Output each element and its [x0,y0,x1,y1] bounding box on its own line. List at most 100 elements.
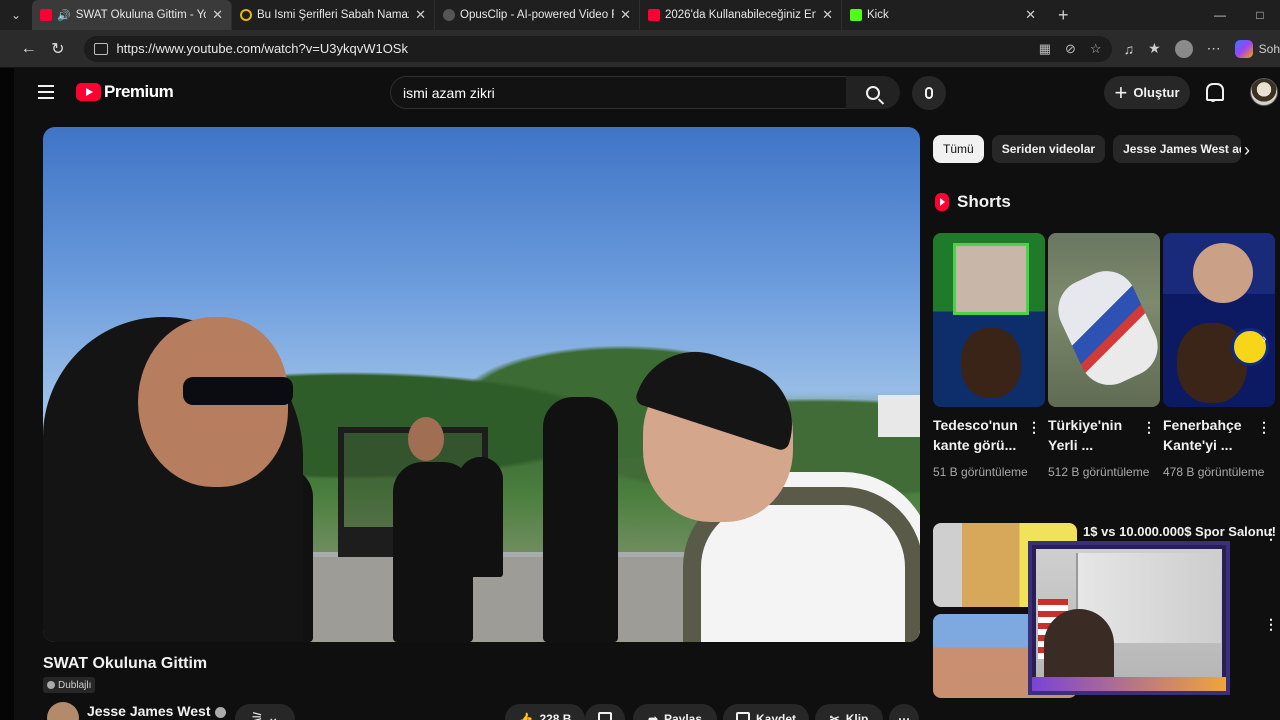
browser-tab-youtube[interactable]: 🔊 SWAT Okuluna Gittim - YouTube ✕ [32,0,232,30]
dubbed-badge: Dublajlı [43,677,96,693]
back-arrow-icon[interactable]: ← [14,40,43,58]
dislike-thumb-icon [598,712,612,720]
url-field[interactable]: https://www.youtube.com/watch?v=U3ykqvW1… [84,35,1112,62]
more-options-icon[interactable]: ⋯ [1207,40,1221,57]
browser-tab-2026[interactable]: 2026'da Kullanabileceğiniz En İyi Ü ✕ [640,0,842,30]
recommended-more-vertical-icon[interactable]: ⋮ [1264,526,1278,543]
video-scene-rv [878,395,920,437]
share-button[interactable]: ➦ Paylaş [633,704,717,720]
maximize-icon[interactable]: □ [1240,8,1280,22]
chip-series-videos[interactable]: Seriden videolar [991,135,1106,163]
youtube-play-logo-icon [76,83,101,101]
short-views: 51 B görüntüleme [933,465,1028,479]
webcam-frame-bar [1032,677,1226,691]
voice-search-button[interactable] [912,76,946,110]
more-dots-icon: ⋯ [898,712,910,720]
browser-tab-opusclip[interactable]: OpusClip - AI-powered Video Rep ✕ [435,0,640,30]
copilot-icon [1234,39,1253,58]
short-title[interactable]: Türkiye'nin Yerli ... [1048,415,1140,455]
youtube-favicon-icon [40,9,52,21]
close-tab-icon[interactable]: ✕ [212,7,223,23]
minimize-icon[interactable]: — [1200,8,1240,22]
channel-action-row: Jesse James West ⚞ ⌄ 👍 228 B ➦ Paylaş Ka… [43,700,920,720]
recommended-more-vertical-icon[interactable]: ⋮ [1264,616,1278,633]
short-item[interactable]: Türkiye'nin Yerli ... 512 B görüntüleme … [1048,233,1160,481]
chips-next-chevron-icon[interactable]: › [1244,140,1250,161]
recommended-video-title[interactable]: 1$ vs 10.000.000$ Spor Salonu! [1083,524,1276,539]
media-control-icon[interactable]: ♫ [1124,41,1135,57]
copilot-button[interactable]: Soh [1234,39,1280,58]
channel-avatar[interactable] [47,702,79,720]
short-item[interactable]: Fenerbahçe Kante'yi ... 478 B görüntülem… [1163,233,1275,481]
chip-all[interactable]: Tümü [933,135,984,163]
favorite-star-icon[interactable]: ☆ [1090,41,1102,57]
new-tab-plus-icon[interactable]: + [1058,5,1069,26]
close-tab-icon[interactable]: ✕ [415,7,426,23]
search-button[interactable] [846,76,900,109]
short-more-vertical-icon[interactable]: ⋮ [1027,419,1041,436]
shorts-header-label: Shorts [957,192,1011,211]
kick-favicon-icon [850,9,862,21]
tracking-prevention-icon[interactable]: ⊘ [1065,41,1076,57]
chip-channel[interactable]: Jesse James West ad [1113,135,1242,163]
menu-hamburger-icon[interactable] [38,85,54,99]
share-label: Paylaş [664,712,703,720]
video-scene-sunglasses [183,377,293,405]
subscription-bell-button[interactable]: ⚞ ⌄ [235,704,295,720]
short-views: 478 B görüntüleme [1163,465,1265,479]
short-thumbnail[interactable] [1163,233,1275,407]
browser-tab-kick[interactable]: Kick ✕ [842,0,1044,30]
site-info-icon[interactable] [94,42,109,55]
clip-label: Klip [845,712,869,720]
youtube-premium-logo[interactable]: Premium [76,82,174,102]
youtube-favicon-icon [648,9,660,21]
browser-tab-isim[interactable]: Bu İsmi Şerifleri Sabah Namazından ✕ [232,0,435,30]
dislike-button[interactable] [585,704,625,720]
short-title[interactable]: Fenerbahçe Kante'yi ... [1163,415,1255,455]
url-bar-icons: ▦ ⊘ ☆ [1039,41,1102,57]
browser-profile-avatar[interactable] [1174,39,1193,58]
close-tab-icon[interactable]: ✕ [822,7,833,23]
channel-name[interactable]: Jesse James West [87,703,226,719]
url-text: https://www.youtube.com/watch?v=U3ykqvW1… [116,41,408,56]
microphone-icon [925,87,933,99]
short-title[interactable]: Tedesco'nun kante görü... [933,415,1025,455]
close-tab-icon[interactable]: ✕ [620,7,631,23]
filter-chips: Tümü Seriden videolar Jesse James West a… [933,135,1242,163]
tab-title: OpusClip - AI-powered Video Rep [460,9,614,21]
more-actions-button[interactable]: ⋯ [889,704,919,720]
create-button[interactable]: + Oluştur [1104,76,1190,109]
app-grid-icon[interactable]: ▦ [1039,41,1051,57]
reload-icon[interactable]: ↻ [43,39,72,59]
tab-title: SWAT Okuluna Gittim - YouTube [75,9,206,21]
shorts-next-chevron-icon[interactable]: › [1262,330,1267,346]
save-button[interactable]: Kaydet [723,704,809,720]
search-input[interactable]: ismi azam zikri ✕ [390,76,870,109]
search-icon [866,85,880,100]
video-scene-person-head [408,417,444,461]
short-more-vertical-icon[interactable]: ⋮ [1257,419,1271,436]
short-more-vertical-icon[interactable]: ⋮ [1142,419,1156,436]
channel-name-text: Jesse James West [87,703,211,719]
short-thumbnail[interactable] [1048,233,1160,407]
copilot-label: Soh [1258,41,1280,56]
browser-address-bar: ← ↻ https://www.youtube.com/watch?v=U3yk… [0,30,1280,68]
video-title: SWAT Okuluna Gittim [43,655,208,672]
account-avatar[interactable] [1250,78,1278,106]
save-label: Kaydet [755,712,796,720]
browser-toolbar: ♫ ★ ⋯ Soh [1124,39,1280,58]
audio-playing-icon[interactable]: 🔊 [57,9,71,22]
tab-title: 2026'da Kullanabileceğiniz En İyi Ü [665,9,816,21]
c-favicon-icon [240,9,252,21]
tab-list-chevron-icon[interactable]: ⌄ [0,0,32,30]
short-thumbnail[interactable] [933,233,1045,407]
clip-button[interactable]: ✂ Klip [815,704,883,720]
favorites-icon[interactable]: ★ [1148,40,1161,57]
short-item[interactable]: Tedesco'nun kante görü... 51 B görüntüle… [933,233,1045,481]
close-tab-icon[interactable]: ✕ [1025,7,1036,23]
dubbed-label: Dublajlı [58,679,92,691]
thumbnail-face [961,328,1021,398]
like-button[interactable]: 👍 228 B [505,704,585,720]
notifications-bell-icon[interactable] [1204,82,1224,102]
video-player[interactable] [43,127,920,642]
